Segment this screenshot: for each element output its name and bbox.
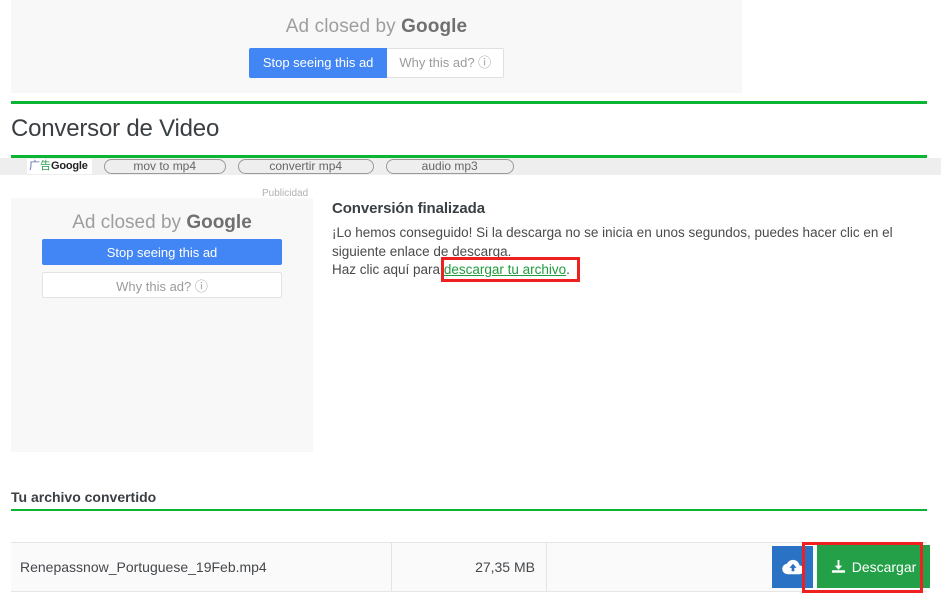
why-this-ad-button[interactable]: Why this ad? ⓘ [387, 47, 505, 78]
row-divider-2 [546, 543, 547, 591]
download-instruction-prefix: Haz clic aquí para [332, 262, 444, 277]
converted-file-section-title: Tu archivo convertido [11, 489, 157, 505]
download-instruction-line: Haz clic aquí para descargar tu archivo. [332, 261, 570, 280]
sidebar-ad-closed-text: Ad closed by Google [11, 212, 313, 234]
top-google-ad-banner: Ad closed by Google Stop seeing this ad … [11, 0, 742, 93]
page-title: Conversor de Video [11, 115, 220, 142]
keyword-pill-mov-to-mp4[interactable]: mov to mp4 [103, 159, 226, 174]
ad-strip-content: 广告 Google mov to mp4 convertir mp4 audio … [27, 158, 514, 175]
cloud-upload-icon [781, 559, 804, 574]
ads-badge-char-1: 广 [29, 160, 40, 172]
sidebar-why-this-ad-button[interactable]: Why this ad? ⓘ [42, 272, 282, 298]
google-ads-badge: 广告 Google [27, 159, 92, 174]
keyword-pill-audio-mp3[interactable]: audio mp3 [385, 159, 514, 174]
stop-seeing-this-ad-button[interactable]: Stop seeing this ad [248, 47, 388, 78]
table-row: Renepassnow_Portuguese_19Feb.mp4 27,35 M… [11, 542, 930, 592]
ads-badge-char-2: 告 [40, 160, 51, 172]
divider-section-green [11, 509, 927, 511]
sidebar-stop-seeing-this-ad-button[interactable]: Stop seeing this ad [42, 239, 282, 265]
divider-top-green [11, 101, 927, 104]
conversion-body-text: ¡Lo hemos conseguido! Si la descarga no … [332, 225, 893, 259]
file-size-cell: 27,35 MB [475, 559, 535, 575]
sidebar-ad-closed-prefix: Ad closed by [72, 212, 187, 233]
download-icon [831, 559, 845, 573]
sidebar-google-ad: Ad closed by Google Stop seeing this ad … [11, 198, 313, 452]
cloud-upload-button[interactable] [772, 546, 813, 588]
google-keyword-ad-strip: 广告 Google mov to mp4 convertir mp4 audio … [0, 158, 941, 175]
google-brand-label: Google [401, 15, 468, 37]
download-instruction-suffix: . [566, 262, 570, 277]
download-your-file-link[interactable]: descargar tu archivo [444, 262, 566, 277]
keyword-pill-convertir-mp4[interactable]: convertir mp4 [237, 159, 374, 174]
ad-closed-prefix: Ad closed by [285, 15, 402, 37]
conversion-finished-heading: Conversión finalizada [332, 200, 485, 217]
download-button-label: Descargar [851, 558, 917, 575]
ad-closed-by-google-text: Ad closed by Google [286, 16, 467, 38]
download-button[interactable]: Descargar [817, 545, 930, 588]
file-name-cell: Renepassnow_Portuguese_19Feb.mp4 [20, 559, 267, 575]
sidebar-google-brand-label: Google [186, 212, 252, 233]
ads-badge-brand: Google [51, 160, 88, 172]
top-ad-button-row: Stop seeing this ad Why this ad? ⓘ [248, 47, 505, 78]
